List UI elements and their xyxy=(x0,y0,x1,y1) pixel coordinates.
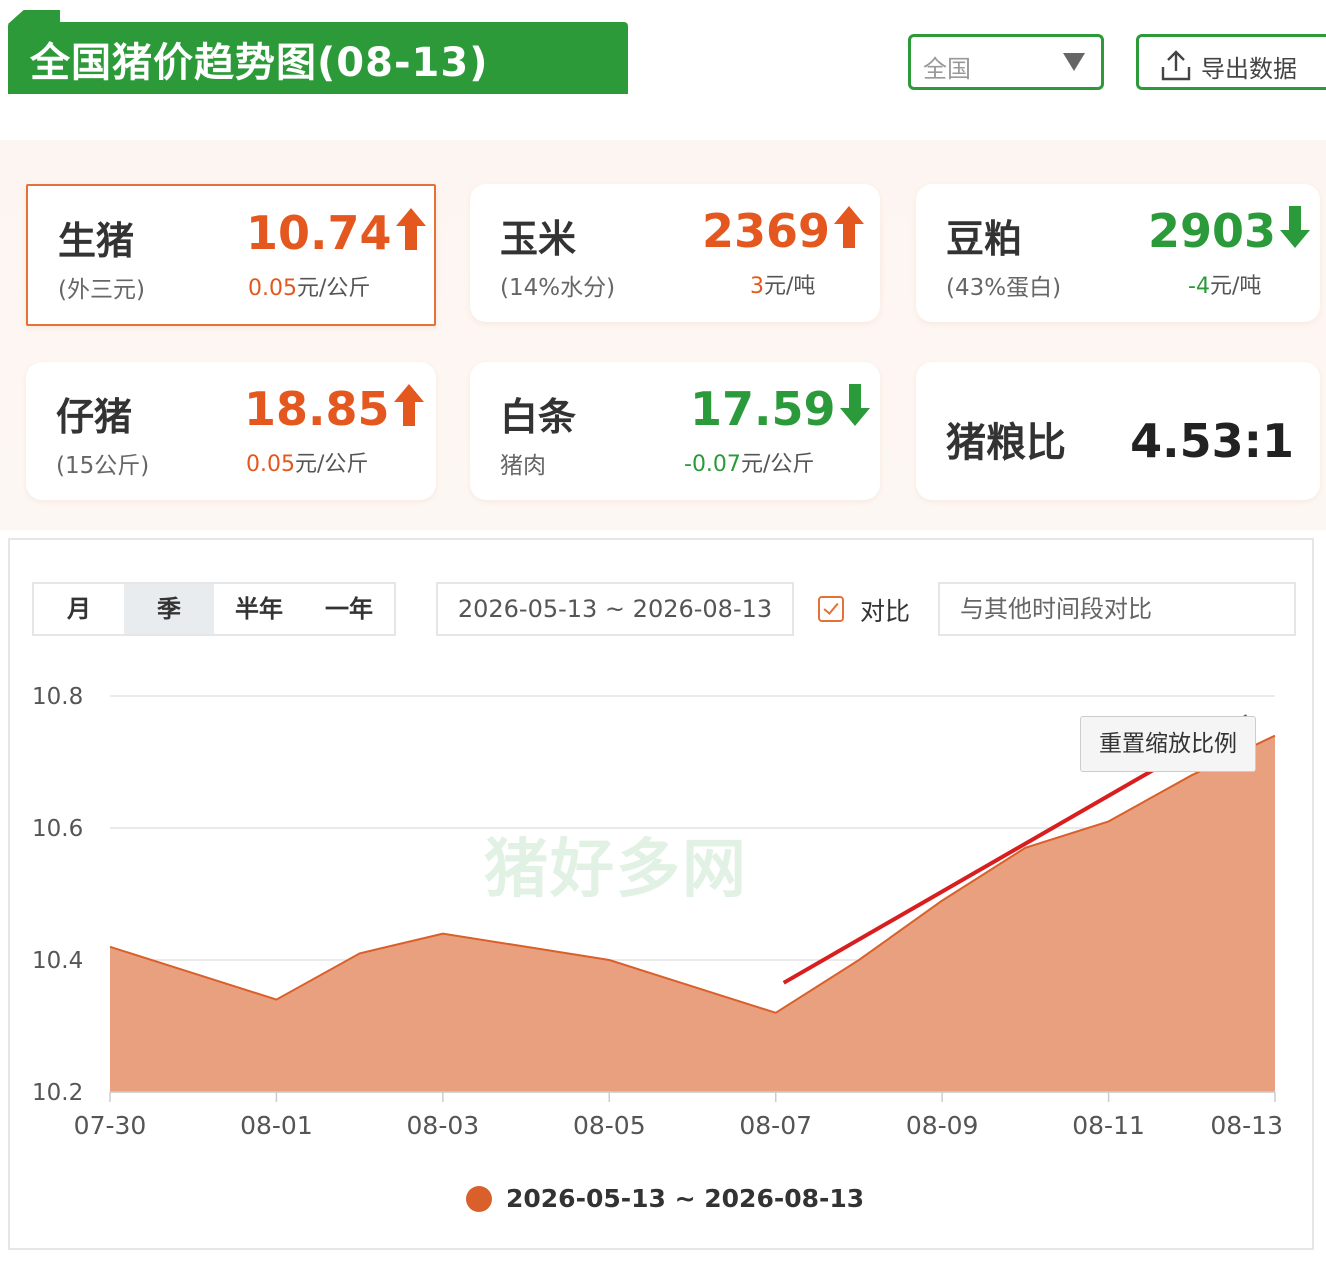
card-change: -0.07元/公斤 xyxy=(684,446,814,478)
change-unit: 元/公斤 xyxy=(740,452,815,477)
x-tick-label: 08-07 xyxy=(739,1111,812,1140)
card-price: 2903 xyxy=(1148,204,1312,258)
change-value: -4 xyxy=(1188,274,1210,299)
card-price: 17.59 xyxy=(690,382,872,436)
series-area xyxy=(110,735,1275,1092)
card-change: -4元/吨 xyxy=(1188,268,1261,300)
reset-zoom-button[interactable]: 重置缩放比例 xyxy=(1080,716,1256,772)
card-sub: (14%水分) xyxy=(500,275,616,301)
x-tick-label: 08-11 xyxy=(1072,1111,1145,1140)
y-tick-label: 10.2 xyxy=(32,1080,83,1106)
upload-icon xyxy=(1161,50,1191,81)
x-tick-label: 08-05 xyxy=(573,1111,646,1140)
price-value: 10.74 xyxy=(246,206,392,260)
card-corn[interactable]: 玉米 (14%水分) 2369 3元/吨 xyxy=(470,184,880,322)
card-live-hog[interactable]: 生猪 (外三元) 10.74 0.05元/公斤 xyxy=(26,184,436,326)
card-name: 玉米 xyxy=(500,217,577,261)
card-price: 2369 xyxy=(702,204,866,258)
x-tick-label: 07-30 xyxy=(74,1111,147,1140)
change-unit: 元/吨 xyxy=(764,274,816,299)
card-pork[interactable]: 白条 猪肉 17.59 -0.07元/公斤 xyxy=(470,362,880,500)
x-tick-label: 08-09 xyxy=(906,1111,979,1140)
region-select-value: 全国 xyxy=(923,55,971,83)
price-trend-chart: 10.2 10.4 10.6 10.8 07-30 08-01 08-03 08-05 08-0… xyxy=(32,684,1283,1140)
change-unit: 元/公斤 xyxy=(296,276,371,301)
price-value: 17.59 xyxy=(690,382,836,436)
card-name: 仔猪 xyxy=(56,395,133,439)
card-piglet[interactable]: 仔猪 (15公斤) 18.85 0.05元/公斤 xyxy=(26,362,436,500)
chevron-down-icon xyxy=(1063,53,1085,71)
export-data-button[interactable]: 导出数据 xyxy=(1136,34,1326,90)
change-value: 3 xyxy=(750,274,764,299)
y-tick-label: 10.6 xyxy=(32,816,83,842)
arrow-up-icon xyxy=(393,384,424,426)
card-soymeal[interactable]: 豆粕 (43%蛋白) 2903 -4元/吨 xyxy=(916,184,1320,322)
x-tick-label: 08-13 xyxy=(1210,1111,1283,1140)
card-hog-grain-ratio[interactable]: 猪粮比 4.53:1 xyxy=(916,362,1320,500)
card-name: 猪粮比 xyxy=(946,420,1066,466)
arrow-up-icon xyxy=(834,206,865,248)
export-data-label: 导出数据 xyxy=(1201,55,1297,83)
change-value: 0.05 xyxy=(248,276,297,301)
card-sub: 猪肉 xyxy=(500,453,546,479)
price-value: 18.85 xyxy=(244,382,390,436)
change-value: 0.05 xyxy=(246,452,295,477)
card-name: 生猪 xyxy=(58,219,135,263)
arrow-down-icon xyxy=(839,384,870,426)
chart-panel: 月 季 半年 一年 2026-05-13 ~ 2026-08-13 对比 与其他… xyxy=(8,538,1314,1250)
legend-label: 2026-05-13 ~ 2026-08-13 xyxy=(506,1184,865,1213)
card-change: 3元/吨 xyxy=(750,268,815,300)
title-banner: 全国猪价趋势图(08-13) xyxy=(8,22,628,94)
arrow-up-icon xyxy=(395,208,426,250)
price-value: 2369 xyxy=(702,204,831,258)
ratio-value: 4.53:1 xyxy=(1130,414,1294,468)
x-tick-label: 08-03 xyxy=(407,1111,480,1140)
y-tick-label: 10.8 xyxy=(32,684,83,710)
change-value: -0.07 xyxy=(684,452,741,477)
page-title: 全国猪价趋势图(08-13) xyxy=(30,40,489,86)
price-value: 2903 xyxy=(1148,204,1277,258)
change-unit: 元/吨 xyxy=(1209,274,1262,299)
x-tick-label: 08-01 xyxy=(240,1111,313,1140)
card-price: 10.74 xyxy=(246,206,428,260)
y-tick-label: 10.4 xyxy=(32,948,83,974)
card-sub: (43%蛋白) xyxy=(946,275,1062,301)
card-sub: (15公斤) xyxy=(56,453,150,479)
legend-swatch xyxy=(466,1186,492,1212)
change-unit: 元/公斤 xyxy=(294,452,369,477)
card-price: 18.85 xyxy=(244,382,426,436)
card-change: 0.05元/公斤 xyxy=(248,270,370,302)
card-change: 0.05元/公斤 xyxy=(246,446,368,478)
card-name: 豆粕 xyxy=(946,217,1023,261)
card-name: 白条 xyxy=(500,395,577,439)
region-select[interactable]: 全国 xyxy=(908,34,1104,90)
arrow-down-icon xyxy=(1280,206,1311,248)
card-sub: (外三元) xyxy=(58,277,145,303)
